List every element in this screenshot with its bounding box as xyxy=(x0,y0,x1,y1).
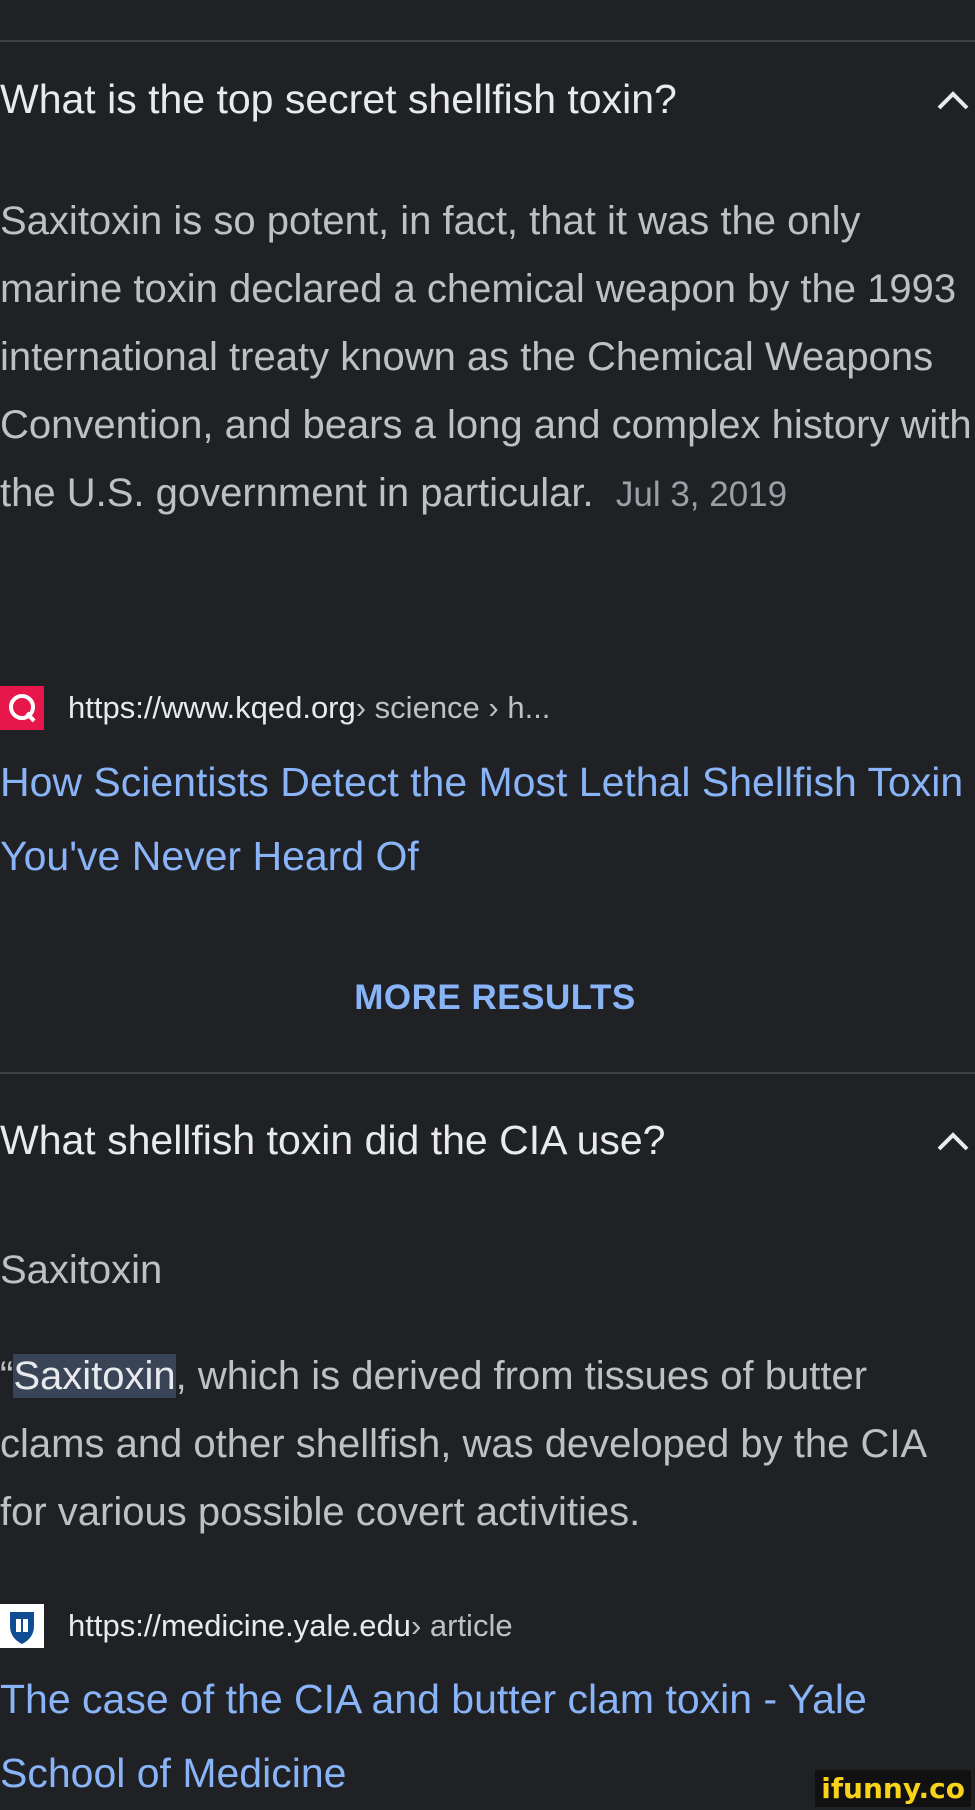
answer-title: Saxitoxin xyxy=(0,1248,163,1292)
kqed-q-icon xyxy=(0,686,44,730)
source-row[interactable]: https://medicine.yale.edu › article xyxy=(0,1604,513,1648)
section-divider xyxy=(0,1072,975,1074)
collapse-chevron-icon[interactable] xyxy=(931,80,975,124)
answer-snippet: Saxitoxin is so potent, in fact, that it… xyxy=(0,187,975,529)
yale-shield-icon xyxy=(0,1604,44,1648)
answer-snippet: “Saxitoxin, which is derived from tissue… xyxy=(0,1342,975,1546)
answer-date: Jul 3, 2019 xyxy=(615,475,788,514)
watermark-logo: ifunny.co xyxy=(815,1770,971,1807)
open-quote: “ xyxy=(0,1354,14,1398)
highlighted-term: Saxitoxin xyxy=(13,1354,176,1398)
question-heading[interactable]: What shellfish toxin did the CIA use? xyxy=(0,1117,665,1164)
result-link-title[interactable]: How Scientists Detect the Most Lethal Sh… xyxy=(0,745,975,893)
source-url[interactable]: https://www.kqed.org xyxy=(68,690,356,726)
source-url[interactable]: https://medicine.yale.edu xyxy=(68,1608,411,1644)
source-breadcrumb: › science › h... xyxy=(355,690,551,725)
question-heading[interactable]: What is the top secret shellfish toxin? xyxy=(0,76,677,123)
source-row[interactable]: https://www.kqed.org › science › h... xyxy=(0,686,550,730)
answer-text: Saxitoxin is so potent, in fact, that it… xyxy=(0,199,972,515)
top-divider xyxy=(0,40,975,42)
more-results-button[interactable]: MORE RESULTS xyxy=(0,978,975,1018)
source-breadcrumb: › article xyxy=(410,1608,513,1643)
collapse-chevron-icon[interactable] xyxy=(931,1121,975,1165)
